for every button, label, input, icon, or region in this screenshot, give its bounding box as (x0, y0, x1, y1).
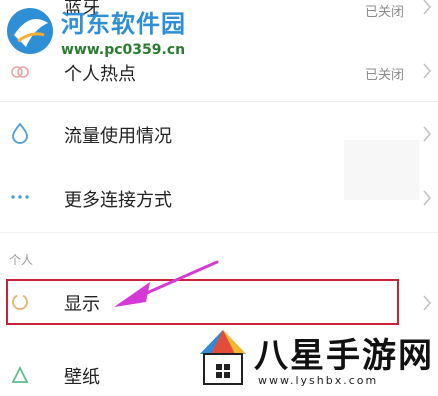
chevron-right-icon (423, 295, 432, 311)
row-hotspot-status: 已关闭 (364, 68, 404, 83)
row-bluetooth-status: 已关闭 (364, 5, 404, 20)
site-logo-icon (7, 8, 53, 54)
more-dots-icon (11, 195, 29, 199)
chevron-right-icon (423, 0, 432, 15)
chevron-right-icon (423, 63, 432, 79)
section-label-personal: 个人 (9, 253, 34, 267)
divider (0, 101, 438, 102)
section-divider (0, 232, 438, 233)
water-drop-icon (12, 122, 28, 144)
watermark-bottom: 八星手游网 www.lyshbx.com (188, 322, 438, 391)
row-data-usage[interactable]: 流量使用情况 (0, 112, 438, 156)
wallpaper-icon (11, 365, 29, 383)
row-wallpaper-label: 壁纸 (64, 367, 100, 388)
row-more-connections[interactable]: 更多连接方式 (0, 175, 438, 219)
row-more-connections-label: 更多连接方式 (64, 190, 172, 211)
watermark-top: 河东软件园 www.pc0359.cn (0, 0, 210, 66)
watermark-bottom-url: www.lyshbx.com (258, 374, 379, 387)
watermark-top-url: www.pc0359.cn (61, 42, 186, 58)
game-site-logo-icon (200, 330, 246, 385)
highlight-box (6, 279, 399, 325)
chevron-right-icon (423, 190, 432, 206)
chevron-right-icon (423, 126, 432, 142)
row-data-usage-label: 流量使用情况 (64, 126, 172, 147)
watermark-bottom-title: 八星手游网 (254, 336, 434, 376)
watermark-top-title: 河东软件园 (61, 10, 186, 38)
